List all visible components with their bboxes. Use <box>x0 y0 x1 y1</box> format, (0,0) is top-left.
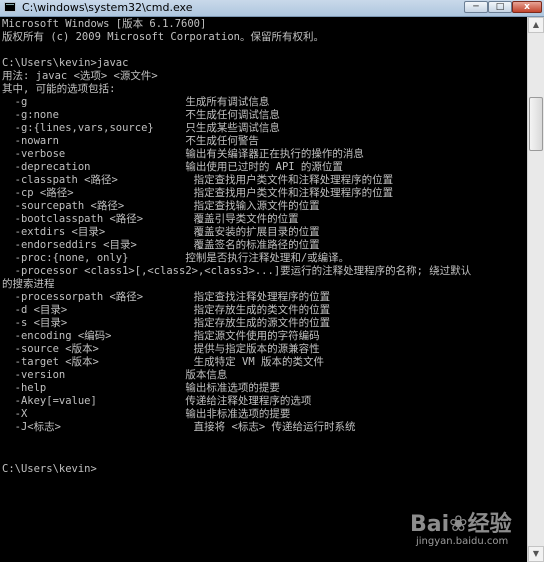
console-line: -d <目录> 指定存放生成的类文件的位置 <box>2 304 331 316</box>
watermark-url: jingyan.baidu.com <box>416 536 509 547</box>
minimize-button[interactable]: ─ <box>464 1 488 13</box>
watermark-logo: Bai❀经验 <box>410 512 512 537</box>
baidu-jingyan-watermark: Bai❀经验 jingyan.baidu.com <box>410 506 528 558</box>
vertical-scrollbar[interactable]: ▲ ▼ <box>527 17 544 562</box>
scroll-up-arrow-icon[interactable]: ▲ <box>528 17 544 33</box>
console-line: Microsoft Windows [版本 6.1.7600] <box>2 18 207 30</box>
console-prompt: C:\Users\kevin> <box>2 463 97 475</box>
console-line: -X 输出非标准选项的提要 <box>2 408 291 420</box>
console-line: 用法: javac <选项> <源文件> <box>2 70 158 82</box>
console-line: -source <版本> 提供与指定版本的源兼容性 <box>2 343 320 355</box>
window-title: C:\windows\system32\cmd.exe <box>22 1 193 14</box>
console-line: -s <目录> 指定存放生成的源文件的位置 <box>2 317 331 329</box>
console-line: -g 生成所有调试信息 <box>2 96 270 108</box>
console-line: -g:{lines,vars,source} 只生成某些调试信息 <box>2 122 280 134</box>
console-line: -g:none 不生成任何调试信息 <box>2 109 280 121</box>
console-line: -help 输出标准选项的提要 <box>2 382 280 394</box>
console-line: -target <版本> 生成特定 VM 版本的类文件 <box>2 356 324 368</box>
console-line: 其中, 可能的选项包括: <box>2 83 116 95</box>
console-line: -sourcepath <路径> 指定查找输入源文件的位置 <box>2 200 320 212</box>
console-line: -nowarn 不生成任何警告 <box>2 135 259 147</box>
console-line: -Akey[=value] 传递给注释处理程序的选项 <box>2 395 312 407</box>
console-line: -J<标志> 直接将 <标志> 传递给运行时系统 <box>2 421 356 433</box>
console-line: -processorpath <路径> 指定查找注释处理程序的位置 <box>2 291 331 303</box>
console-line: -verbose 输出有关编译器正在执行的操作的消息 <box>2 148 364 160</box>
console-line: -deprecation 输出使用已过时的 API 的源位置 <box>2 161 343 173</box>
scrollbar-thumb[interactable] <box>529 97 543 151</box>
console-line: -bootclasspath <路径> 覆盖引导类文件的位置 <box>2 213 299 225</box>
console-line: -proc:{none, only} 控制是否执行注释处理和/或编译。 <box>2 252 350 264</box>
console-line: -encoding <编码> 指定源文件使用的字符编码 <box>2 330 320 342</box>
close-button[interactable]: x <box>512 1 542 13</box>
cmd-window: C:\windows\system32\cmd.exe ─ □ x Micros… <box>0 0 544 562</box>
console-output[interactable]: Microsoft Windows [版本 6.1.7600] 版权所有 (c)… <box>0 17 527 562</box>
console-line: -classpath <路径> 指定查找用户类文件和注释处理程序的位置 <box>2 174 394 186</box>
console-line: 的搜索进程 <box>2 278 55 290</box>
title-bar[interactable]: C:\windows\system32\cmd.exe ─ □ x <box>0 0 544 17</box>
console-line: C:\Users\kevin>javac <box>2 57 129 69</box>
console-app-icon[interactable] <box>4 2 16 12</box>
console-line: -processor <class1>[,<class2>,<class3>..… <box>2 265 472 277</box>
console-line: -endorseddirs <目录> 覆盖签名的标准路径的位置 <box>2 239 320 251</box>
console-line: 版权所有 (c) 2009 Microsoft Corporation。保留所有… <box>2 31 324 43</box>
console-line: -extdirs <目录> 覆盖安装的扩展目录的位置 <box>2 226 320 238</box>
console-line: -cp <路径> 指定查找用户类文件和注释处理程序的位置 <box>2 187 394 199</box>
scroll-down-arrow-icon[interactable]: ▼ <box>528 546 544 562</box>
console-line: -version 版本信息 <box>2 369 228 381</box>
maximize-button[interactable]: □ <box>488 1 512 13</box>
